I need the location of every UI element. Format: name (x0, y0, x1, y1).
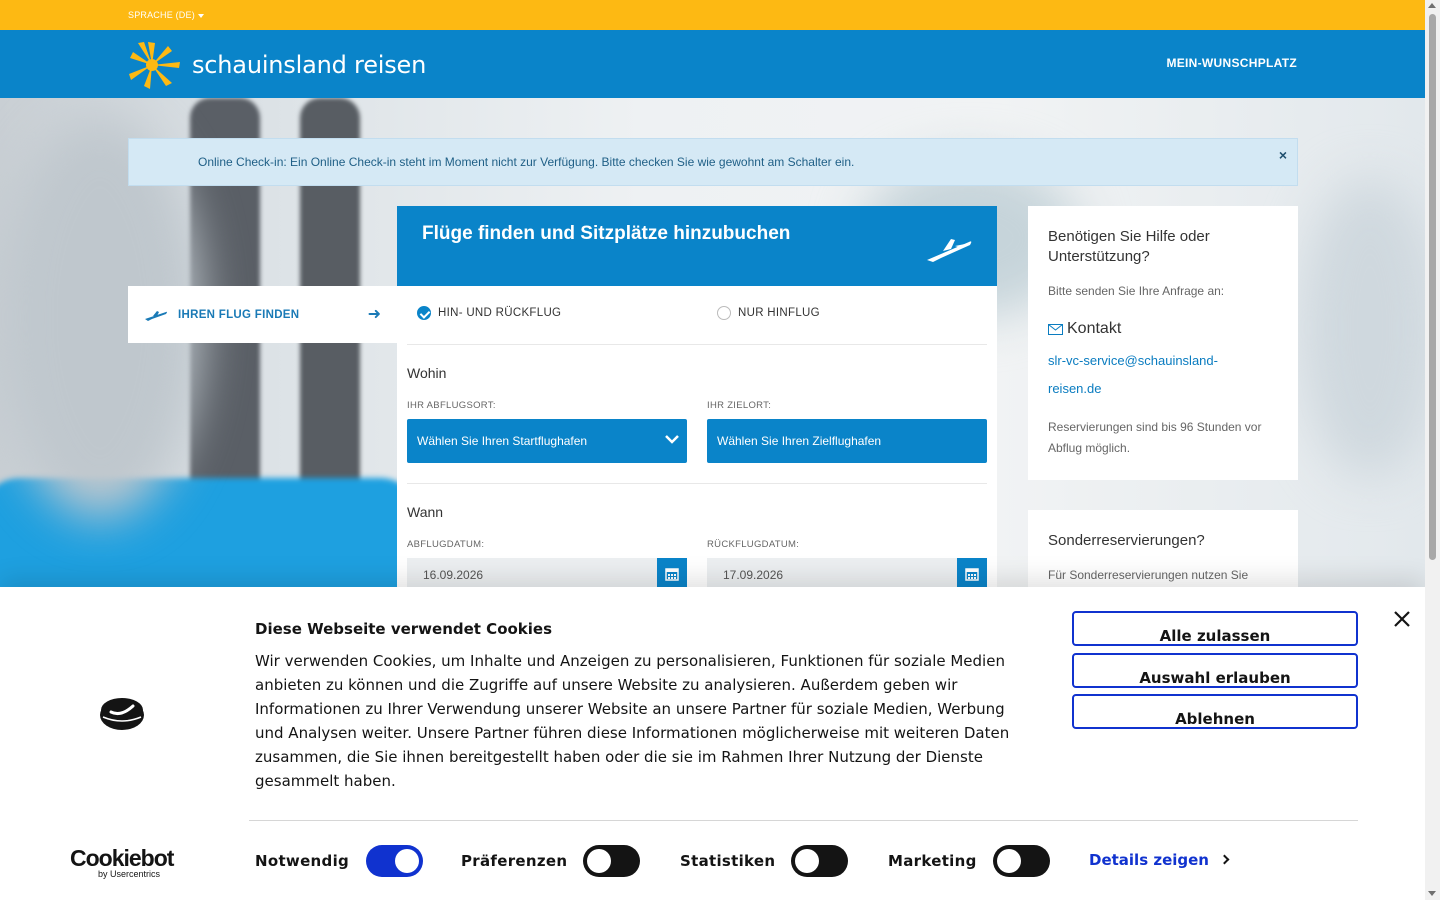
toggle-statistics: Statistiken (680, 845, 849, 877)
radio-one-way-label: NUR HINFLUG (738, 307, 820, 319)
chevron-right-icon (1219, 854, 1230, 865)
section-title-where: Wohin (407, 365, 447, 381)
plane-icon (145, 310, 167, 321)
toggle-necessary: Notwendig (255, 845, 424, 877)
cookie-title: Diese Webseite verwendet Cookies (255, 620, 553, 638)
special-title: Sonderreservierungen? (1048, 532, 1205, 549)
details-label: Details zeigen (1089, 851, 1209, 869)
toggle-marketing: Marketing (888, 845, 1050, 877)
toggle-marketing-label: Marketing (888, 852, 977, 870)
allow-all-button[interactable]: Alle zulassen (1072, 611, 1358, 646)
destination-select-value: Wählen Sie Ihren Zielflughafen (717, 434, 882, 448)
special-text: Für Sonderreservierungen nutzen Sie (1048, 568, 1249, 582)
arrow-right-icon: ➜ (367, 306, 381, 323)
destination-select[interactable]: Wählen Sie Ihren Zielflughafen (707, 419, 987, 463)
close-icon[interactable]: × (1279, 147, 1287, 163)
cookiebot-logo-text: Cookiebot (70, 845, 174, 871)
cookie-banner: Diese Webseite verwendet Cookies Wir ver… (0, 587, 1425, 900)
contact-heading: Kontakt (1048, 320, 1121, 338)
help-subtitle: Bitte senden Sie Ihre Anfrage an: (1048, 284, 1225, 298)
cookie-logo-icon (100, 698, 144, 730)
scroll-down-icon[interactable] (1428, 891, 1436, 896)
calendar-icon[interactable] (957, 558, 987, 590)
contact-email-link[interactable]: slr-vc-service@schauinsland-reisen.de (1048, 347, 1268, 403)
nav-mein-wunschplatz[interactable]: MEIN-WUNSCHPLATZ (1166, 56, 1297, 70)
site-header: schauinsland reisen MEIN-WUNSCHPLATZ (0, 30, 1425, 98)
divider (407, 483, 987, 484)
details-link[interactable]: Details zeigen (1089, 851, 1230, 869)
page-scrollbar[interactable] (1425, 0, 1440, 900)
toggle-preferences-switch[interactable] (583, 845, 641, 877)
sun-logo-icon (129, 42, 180, 89)
tab-find-flight-label: IHREN FLUG FINDEN (178, 308, 300, 321)
logo-text: schauinsland reisen (192, 51, 427, 79)
caret-down-icon (197, 13, 204, 18)
chevron-down-icon (665, 435, 679, 444)
toggle-statistics-label: Statistiken (680, 852, 776, 870)
help-note: Reservierungen sind bis 96 Stunden vor A… (1048, 420, 1262, 455)
plane-icon (927, 239, 972, 262)
language-selector[interactable]: SPRACHE (DE) (128, 10, 204, 20)
check-icon (417, 306, 431, 320)
divider (249, 820, 1358, 821)
departure-date-label: ABFLUGDATUM: (407, 539, 485, 550)
cookie-text: Wir verwenden Cookies, um Inhalte und An… (255, 652, 1010, 790)
tab-find-flight[interactable]: IHREN FLUG FINDEN ➜ (128, 286, 397, 343)
deny-button[interactable]: Ablehnen (1072, 694, 1358, 729)
scroll-thumb[interactable] (1429, 14, 1436, 560)
toggle-necessary-label: Notwendig (255, 852, 350, 870)
section-title-when: Wann (407, 504, 444, 520)
origin-label: IHR ABFLUGSORT: (407, 400, 496, 411)
search-card-body: HIN- UND RÜCKFLUG NUR HINFLUG Wohin IHR … (397, 286, 997, 606)
toggle-statistics-switch[interactable] (791, 845, 849, 877)
help-title: Benötigen Sie Hilfe oder Unterstützung? (1048, 228, 1210, 265)
envelope-icon (1048, 323, 1063, 335)
toggle-marketing-switch[interactable] (992, 845, 1050, 877)
radio-round-trip-label: HIN- UND RÜCKFLUG (438, 307, 562, 319)
allow-selection-button[interactable]: Auswahl erlauben (1072, 653, 1358, 688)
destination-label: IHR ZIELORT: (707, 400, 772, 411)
toggle-necessary-switch[interactable] (366, 845, 424, 877)
origin-select-value: Wählen Sie Ihren Startflughafen (417, 434, 588, 448)
toggle-preferences-label: Präferenzen (461, 852, 568, 870)
divider (407, 344, 987, 345)
radio-one-way[interactable]: NUR HINFLUG (717, 306, 820, 320)
cookiebot-brand[interactable]: Cookiebot by Usercentrics (70, 845, 174, 879)
scroll-up-icon[interactable] (1428, 3, 1436, 8)
help-box: Benötigen Sie Hilfe oder Unterstützung? … (1028, 206, 1298, 480)
info-alert: Online Check-in: Ein Online Check-in ste… (128, 138, 1298, 186)
calendar-icon[interactable] (657, 558, 687, 590)
return-date-value: 17.09.2026 (723, 568, 784, 582)
top-bar: SPRACHE (DE) (0, 0, 1425, 30)
contact-label: Kontakt (1067, 320, 1122, 337)
radio-round-trip[interactable]: HIN- UND RÜCKFLUG (417, 306, 561, 320)
search-card-header: Flüge finden und Sitzplätze hinzubuchen (397, 206, 997, 286)
return-date-label: RÜCKFLUGDATUM: (707, 539, 800, 550)
departure-date-value: 16.09.2026 (423, 568, 484, 582)
toggle-preferences: Präferenzen (461, 845, 641, 877)
return-date-input[interactable]: 17.09.2026 (707, 558, 987, 590)
departure-date-input[interactable]: 16.09.2026 (407, 558, 687, 590)
radio-circle-icon (717, 306, 731, 320)
search-card-title: Flüge finden und Sitzplätze hinzubuchen (422, 223, 791, 244)
alert-text: Online Check-in: Ein Online Check-in ste… (198, 155, 855, 169)
site-logo[interactable]: schauinsland reisen (128, 40, 426, 90)
language-label: SPRACHE (DE) (128, 10, 195, 20)
origin-select[interactable]: Wählen Sie Ihren Startflughafen (407, 419, 687, 463)
close-icon[interactable] (1392, 609, 1412, 629)
